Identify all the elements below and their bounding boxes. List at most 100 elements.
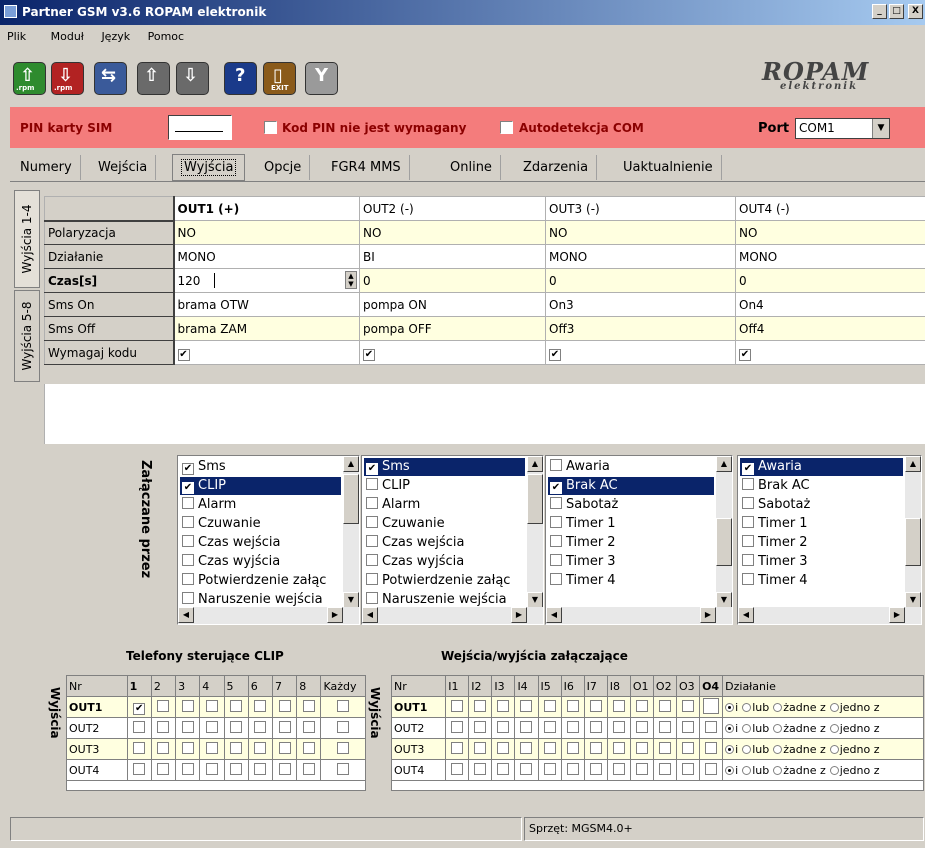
chevron-down-icon[interactable]: ▼ bbox=[872, 119, 889, 138]
tab-uaktualnienie[interactable]: Uaktualnienie bbox=[615, 155, 722, 180]
clip-checkbox[interactable] bbox=[126, 759, 152, 781]
cell[interactable]: On3 bbox=[545, 292, 736, 317]
clip-checkbox[interactable] bbox=[271, 738, 298, 760]
vertical-scrollbar[interactable]: ▲ ▼ bbox=[527, 456, 543, 608]
clip-checkbox[interactable] bbox=[320, 738, 366, 760]
list-item-checkbox[interactable] bbox=[742, 554, 754, 566]
list-item-checkbox[interactable]: ✔ bbox=[550, 482, 562, 494]
clip-checkbox[interactable] bbox=[199, 759, 225, 781]
tab-fgr4[interactable]: FGR4 MMS bbox=[323, 155, 410, 180]
mode-radio[interactable] bbox=[829, 723, 839, 733]
list-item-checkbox[interactable] bbox=[550, 516, 562, 528]
list-item-checkbox[interactable] bbox=[182, 592, 194, 604]
menu-pomoc[interactable]: Pomoc bbox=[141, 25, 191, 49]
io-checkbox[interactable] bbox=[560, 717, 585, 739]
list-item-checkbox[interactable] bbox=[550, 554, 562, 566]
mode-radio[interactable] bbox=[725, 765, 735, 775]
io-checkbox[interactable] bbox=[606, 717, 631, 739]
io-checkbox[interactable] bbox=[537, 759, 562, 781]
clip-checkbox[interactable] bbox=[223, 759, 249, 781]
io-checkbox[interactable] bbox=[675, 717, 701, 739]
tab-opcje[interactable]: Opcje bbox=[256, 155, 311, 180]
horizontal-scrollbar[interactable]: ◀ ▶ bbox=[738, 607, 921, 624]
io-checkbox[interactable] bbox=[468, 759, 493, 781]
list-item-checkbox[interactable] bbox=[366, 497, 378, 509]
clip-checkbox[interactable] bbox=[271, 759, 298, 781]
io-checkbox[interactable] bbox=[606, 738, 631, 760]
io-checkbox[interactable] bbox=[652, 717, 677, 739]
io-checkbox[interactable] bbox=[629, 717, 654, 739]
clip-checkbox[interactable] bbox=[150, 717, 177, 739]
cell[interactable]: 0 bbox=[359, 268, 546, 293]
mode-radio[interactable] bbox=[829, 765, 839, 775]
clip-checkbox[interactable] bbox=[247, 738, 274, 760]
tab-numery[interactable]: Numery bbox=[12, 155, 81, 180]
vertical-scrollbar[interactable]: ▲ ▼ bbox=[716, 456, 732, 608]
read-module-button[interactable]: ⇧ bbox=[137, 62, 170, 95]
io-checkbox[interactable] bbox=[537, 696, 562, 718]
clip-checkbox[interactable] bbox=[223, 696, 249, 718]
io-checkbox[interactable] bbox=[652, 738, 677, 760]
clip-checkbox[interactable] bbox=[320, 759, 366, 781]
io-checkbox[interactable] bbox=[468, 717, 493, 739]
list-item[interactable]: Czuwanie bbox=[364, 515, 525, 533]
mode-radio[interactable] bbox=[829, 744, 839, 754]
list-item-checkbox[interactable] bbox=[182, 554, 194, 566]
list-item-checkbox[interactable] bbox=[182, 516, 194, 528]
scroll-up-icon[interactable]: ▲ bbox=[905, 456, 921, 472]
side-tab-outputs-1-4[interactable]: Wyjścia 1-4 bbox=[14, 190, 40, 288]
clip-checkbox[interactable] bbox=[271, 717, 298, 739]
mode-radio[interactable] bbox=[725, 744, 735, 754]
io-checkbox[interactable] bbox=[699, 738, 724, 760]
mode-radio[interactable] bbox=[725, 702, 735, 712]
io-checkbox[interactable] bbox=[514, 759, 539, 781]
list-item-checkbox[interactable] bbox=[366, 478, 378, 490]
cell[interactable]: pompa OFF bbox=[359, 316, 546, 341]
scroll-thumb[interactable] bbox=[716, 518, 732, 566]
menu-plik[interactable]: Plik bbox=[0, 25, 33, 49]
io-checkbox[interactable] bbox=[560, 759, 585, 781]
io-checkbox[interactable] bbox=[491, 759, 516, 781]
mode-radio[interactable] bbox=[773, 702, 783, 712]
horizontal-scrollbar[interactable]: ◀ ▶ bbox=[178, 607, 359, 624]
maximize-button[interactable]: □ bbox=[889, 4, 904, 19]
io-checkbox[interactable] bbox=[445, 717, 470, 739]
clip-checkbox[interactable]: ✔ bbox=[126, 696, 152, 718]
list-item-checkbox[interactable] bbox=[742, 478, 754, 490]
list-item[interactable]: Timer 1 bbox=[548, 515, 714, 533]
list-item[interactable]: Timer 4 bbox=[740, 572, 903, 590]
clip-checkbox[interactable] bbox=[126, 738, 152, 760]
cell[interactable]: 0 bbox=[545, 268, 736, 293]
list-item[interactable]: ✔ Sms bbox=[364, 458, 525, 476]
list-item[interactable]: ✔ Brak AC bbox=[548, 477, 714, 495]
list-item-checkbox[interactable] bbox=[742, 573, 754, 585]
cell[interactable]: MONO bbox=[735, 244, 925, 269]
vertical-scrollbar[interactable]: ▲ ▼ bbox=[343, 456, 359, 608]
scroll-up-icon[interactable]: ▲ bbox=[716, 456, 732, 472]
wireless-button[interactable]: Y bbox=[305, 62, 338, 95]
trigger-list-out2[interactable]: ✔ Sms CLIP Alarm Czuwanie Czas wejścia Czas wy… bbox=[361, 455, 544, 625]
list-item-checkbox[interactable] bbox=[182, 573, 194, 585]
horizontal-scrollbar[interactable]: ◀ ▶ bbox=[546, 607, 732, 624]
list-item[interactable]: ✔ Awaria bbox=[740, 458, 903, 476]
clip-checkbox[interactable] bbox=[126, 717, 152, 739]
io-checkbox[interactable] bbox=[514, 717, 539, 739]
io-checkbox[interactable] bbox=[583, 717, 608, 739]
list-item-checkbox[interactable] bbox=[366, 516, 378, 528]
list-item[interactable]: Awaria bbox=[548, 458, 714, 476]
clip-checkbox[interactable] bbox=[175, 759, 201, 781]
mode-radio[interactable] bbox=[725, 723, 735, 733]
clip-checkbox[interactable] bbox=[296, 738, 322, 760]
czas-spinner[interactable]: 120 ▲ ▼ bbox=[173, 268, 360, 293]
io-checkbox[interactable] bbox=[675, 759, 701, 781]
clip-checkbox[interactable] bbox=[150, 759, 177, 781]
list-item-checkbox[interactable] bbox=[182, 497, 194, 509]
list-item-checkbox[interactable] bbox=[742, 497, 754, 509]
io-checkbox[interactable] bbox=[652, 759, 677, 781]
scroll-right-icon[interactable]: ▶ bbox=[889, 607, 905, 623]
list-item-checkbox[interactable] bbox=[366, 592, 378, 604]
scroll-left-icon[interactable]: ◀ bbox=[178, 607, 194, 623]
minimize-button[interactable]: _ bbox=[872, 4, 887, 19]
clip-checkbox[interactable] bbox=[175, 717, 201, 739]
io-checkbox[interactable] bbox=[606, 696, 631, 718]
